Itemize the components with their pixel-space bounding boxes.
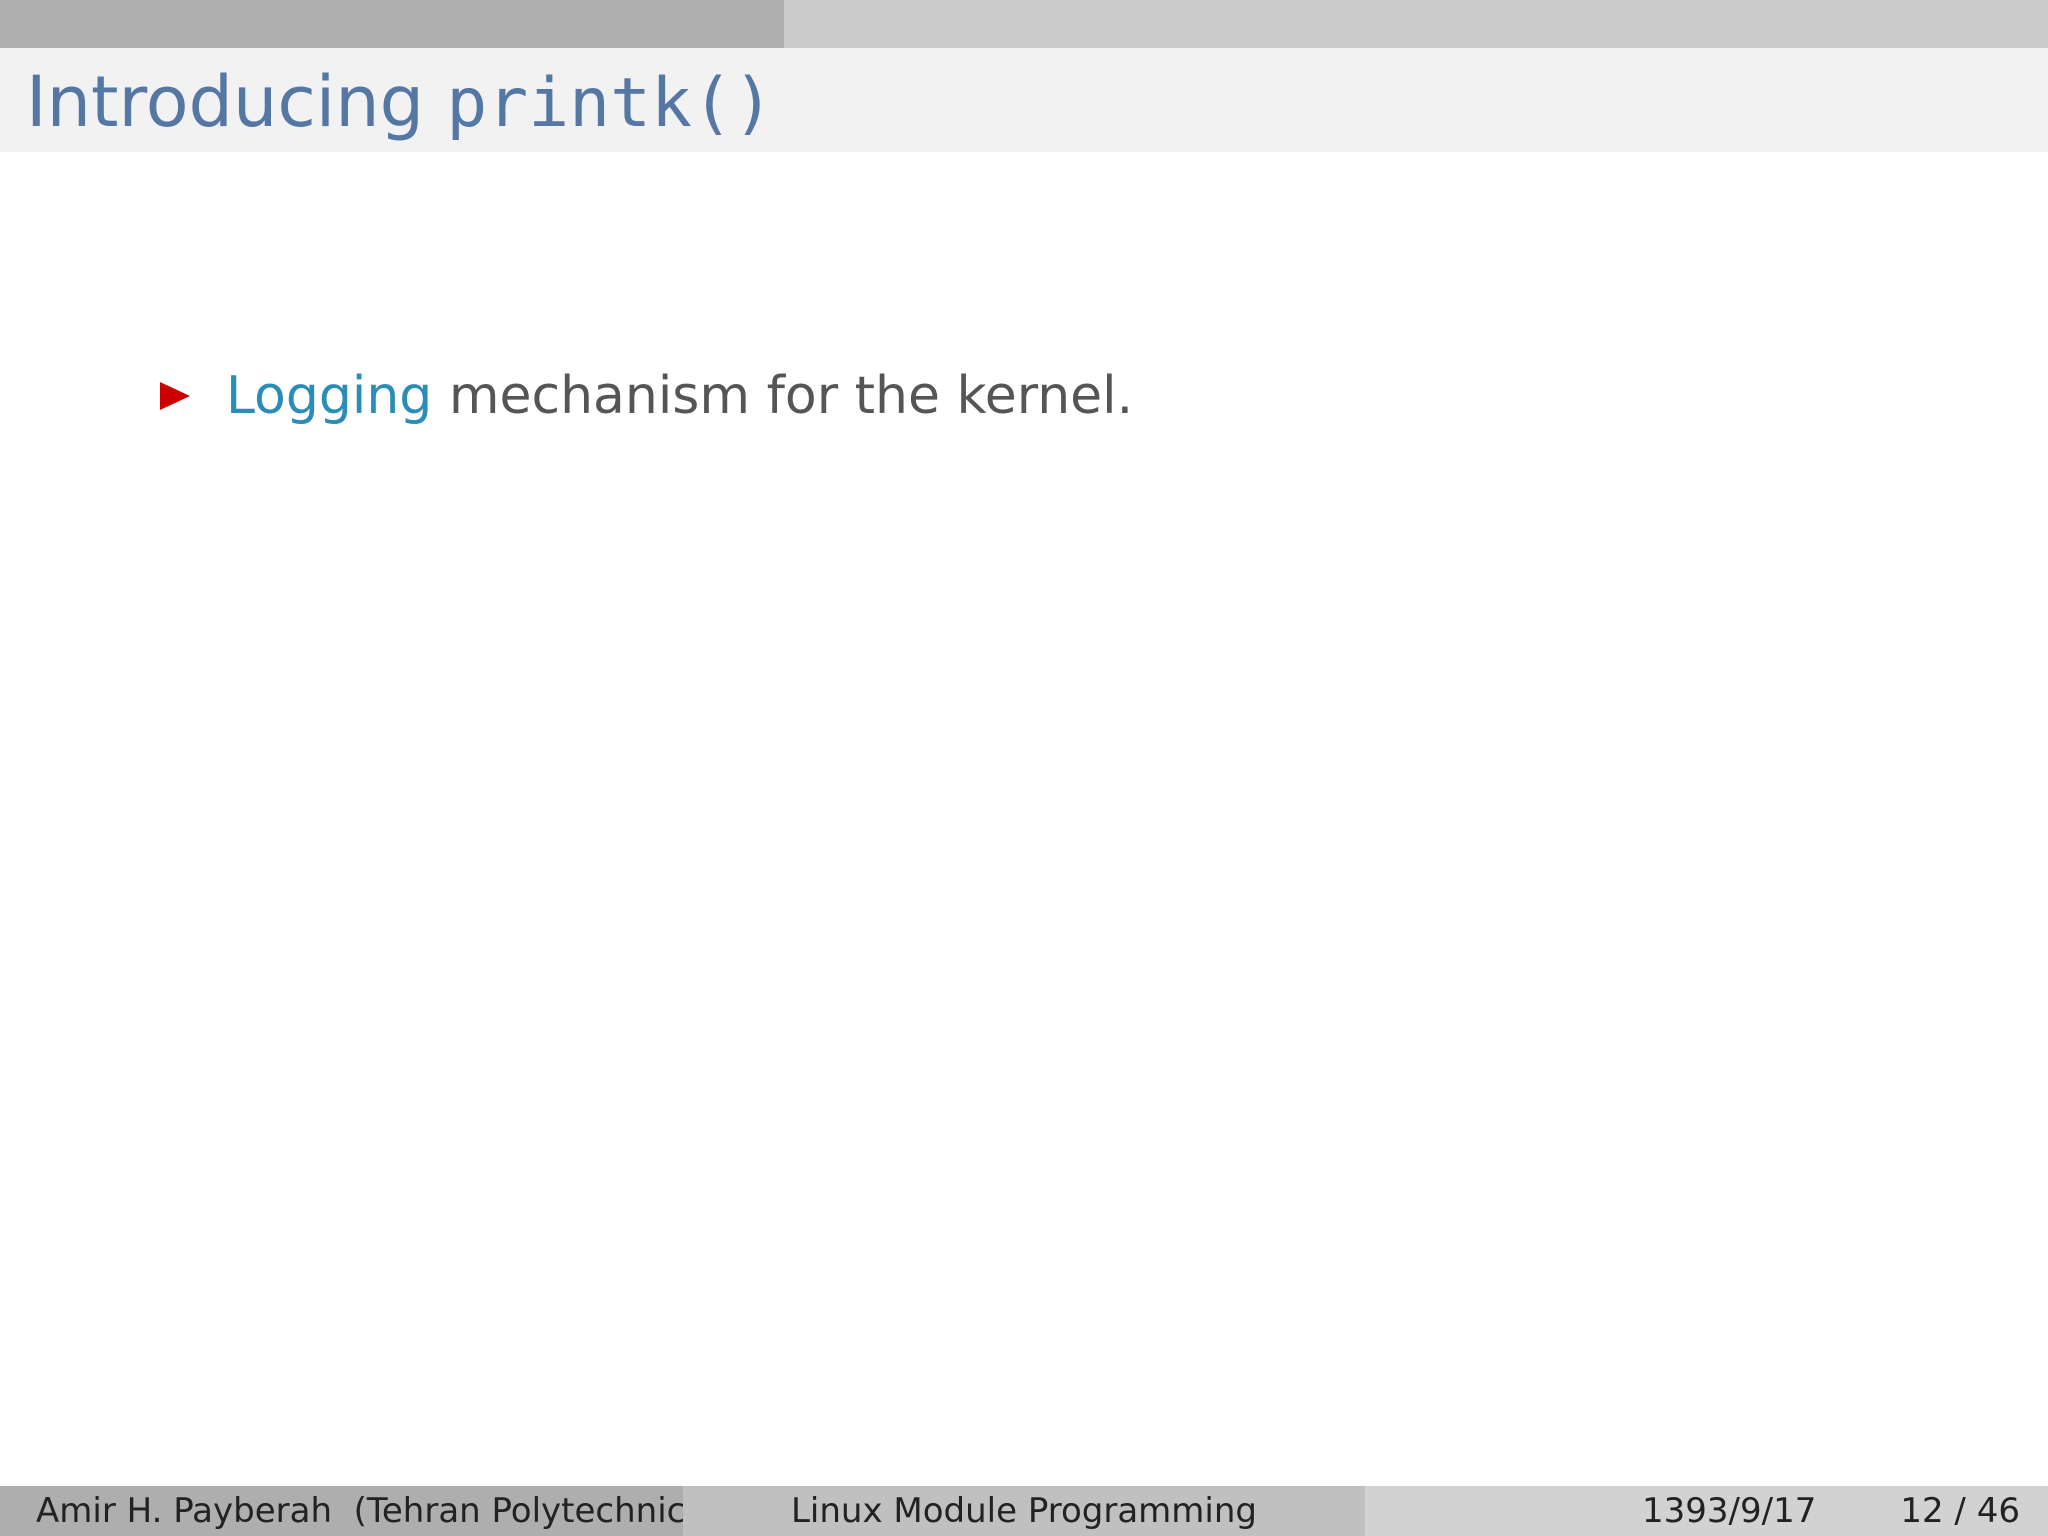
slide-progress-fill xyxy=(0,0,785,48)
footer-meta-section: 1393/9/17 12 / 46 xyxy=(1365,1486,2048,1536)
triangle-bullet-icon xyxy=(160,382,190,410)
bullet-item: Logging mechanism for the kernel. xyxy=(160,360,1133,432)
footer-institution: (Tehran Polytechnic) xyxy=(353,1491,683,1531)
slide-title: Introducing printk() xyxy=(26,54,774,152)
page-total: 46 xyxy=(1976,1491,2020,1531)
page-current: 12 xyxy=(1900,1491,1944,1531)
footer-course: Linux Module Programming xyxy=(790,1491,1257,1531)
bullet-text: mechanism for the kernel. xyxy=(432,366,1134,426)
bullet-list: Logging mechanism for the kernel. xyxy=(160,360,1133,432)
footer-author: Amir H. Payberah xyxy=(36,1491,332,1531)
slide-progress-bar xyxy=(0,0,2048,48)
footer-date: 1393/9/17 xyxy=(1642,1491,1817,1531)
footer-course-section: Linux Module Programming xyxy=(682,1486,1366,1536)
bullet-highlight-term: Logging xyxy=(226,366,433,426)
slide-title-text: Introducing xyxy=(26,61,447,143)
footer-author-section: Amir H. Payberah (Tehran Polytechnic) xyxy=(0,1486,683,1536)
page-number: 12 / 46 xyxy=(1900,1486,2020,1536)
page-separator: / xyxy=(1954,1491,1966,1531)
slide-footer: Amir H. Payberah (Tehran Polytechnic) Li… xyxy=(0,1486,2048,1536)
slide-title-code: printk() xyxy=(446,64,774,143)
